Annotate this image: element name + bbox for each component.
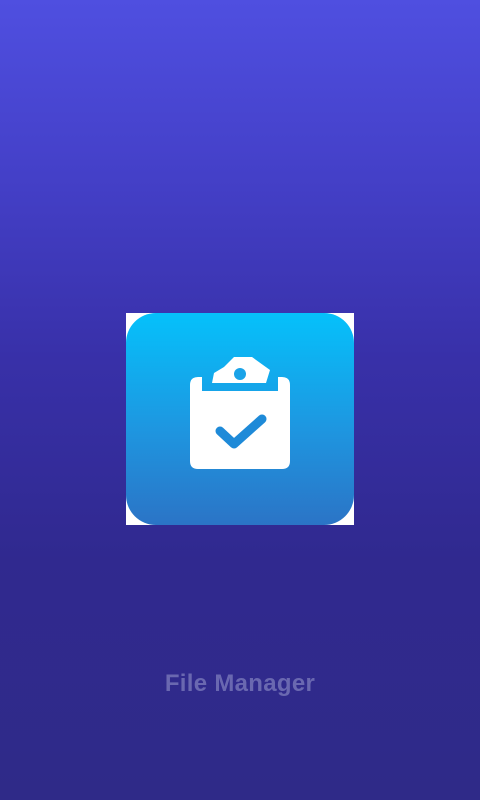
app-logo xyxy=(126,313,354,525)
splash-screen: File Manager xyxy=(0,0,480,800)
clipboard-check-icon xyxy=(190,357,290,469)
app-name: File Manager xyxy=(164,670,316,697)
app-logo-tile xyxy=(126,313,354,525)
